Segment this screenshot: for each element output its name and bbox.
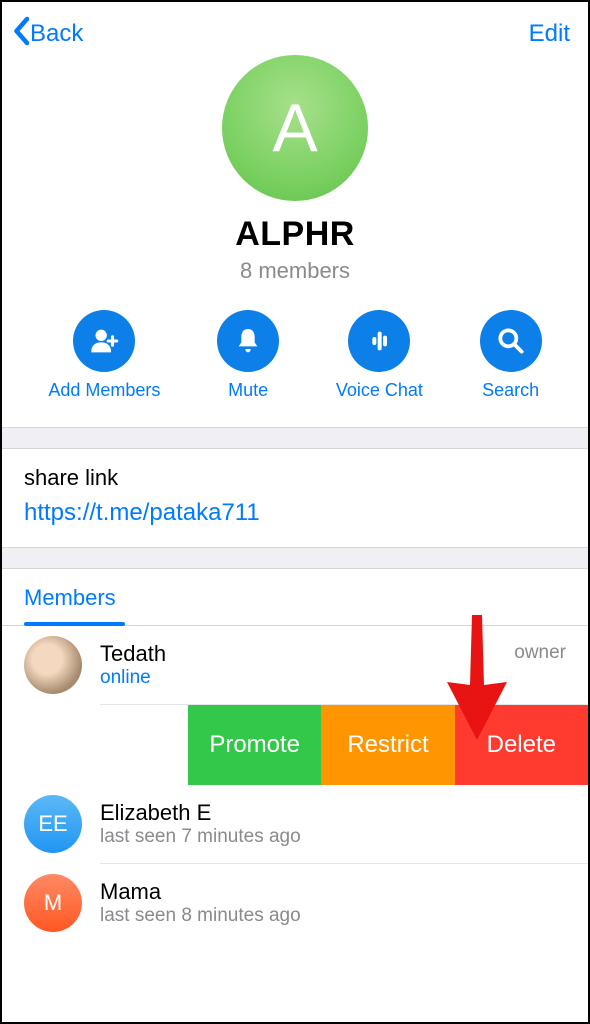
group-avatar[interactable]: A: [222, 55, 368, 201]
member-row[interactable]: EE Elizabeth E last seen 7 minutes ago: [2, 785, 588, 863]
member-name: Elizabeth E: [100, 800, 566, 826]
member-avatar: [24, 636, 82, 694]
search-button[interactable]: Search: [480, 310, 542, 401]
member-row[interactable]: M Mama last seen 8 minutes ago: [2, 864, 588, 942]
section-spacer: [2, 427, 588, 449]
share-link[interactable]: https://t.me/pataka711: [24, 499, 566, 527]
profile-section: A ALPHR 8 members: [2, 61, 588, 310]
action-label: Mute: [228, 380, 268, 401]
bell-icon: [232, 325, 264, 357]
voice-icon: [363, 325, 395, 357]
promote-button[interactable]: Promote: [188, 705, 321, 785]
avatar-initial: A: [272, 89, 317, 167]
action-label: Add Members: [48, 380, 160, 401]
member-avatar: EE: [24, 795, 82, 853]
actions-row: Add Members Mute Voice Chat Search: [2, 310, 588, 427]
action-label: Voice Chat: [336, 380, 423, 401]
section-spacer: [2, 547, 588, 569]
share-link-section: share link https://t.me/pataka711: [2, 449, 588, 547]
search-icon: [495, 325, 527, 357]
member-role-tag: owner: [514, 642, 566, 664]
mute-button[interactable]: Mute: [217, 310, 279, 401]
member-count: 8 members: [240, 258, 350, 284]
tab-members[interactable]: Members: [24, 585, 116, 625]
member-name: Tedath: [100, 641, 566, 667]
group-name: ALPHR: [235, 215, 355, 254]
action-label: Search: [482, 380, 539, 401]
member-status: last seen 8 minutes ago: [100, 905, 566, 927]
share-link-label: share link: [24, 465, 566, 491]
delete-button[interactable]: Delete: [455, 705, 588, 785]
member-status: last seen 7 minutes ago: [100, 826, 566, 848]
add-members-button[interactable]: Add Members: [48, 310, 160, 401]
swipe-actions: Promote Restrict Delete: [188, 705, 588, 785]
voice-chat-button[interactable]: Voice Chat: [336, 310, 423, 401]
member-avatar: M: [24, 874, 82, 932]
tab-label: Members: [24, 585, 116, 610]
member-status: online: [100, 667, 566, 689]
add-person-icon: [87, 324, 121, 358]
back-button[interactable]: Back: [12, 16, 83, 51]
member-row[interactable]: Tedath online owner: [2, 626, 588, 704]
restrict-button[interactable]: Restrict: [321, 705, 454, 785]
back-label: Back: [30, 20, 83, 48]
tabs: Members: [2, 569, 588, 626]
member-name: Mama: [100, 879, 566, 905]
edit-button[interactable]: Edit: [529, 20, 570, 48]
chevron-left-icon: [12, 16, 30, 51]
